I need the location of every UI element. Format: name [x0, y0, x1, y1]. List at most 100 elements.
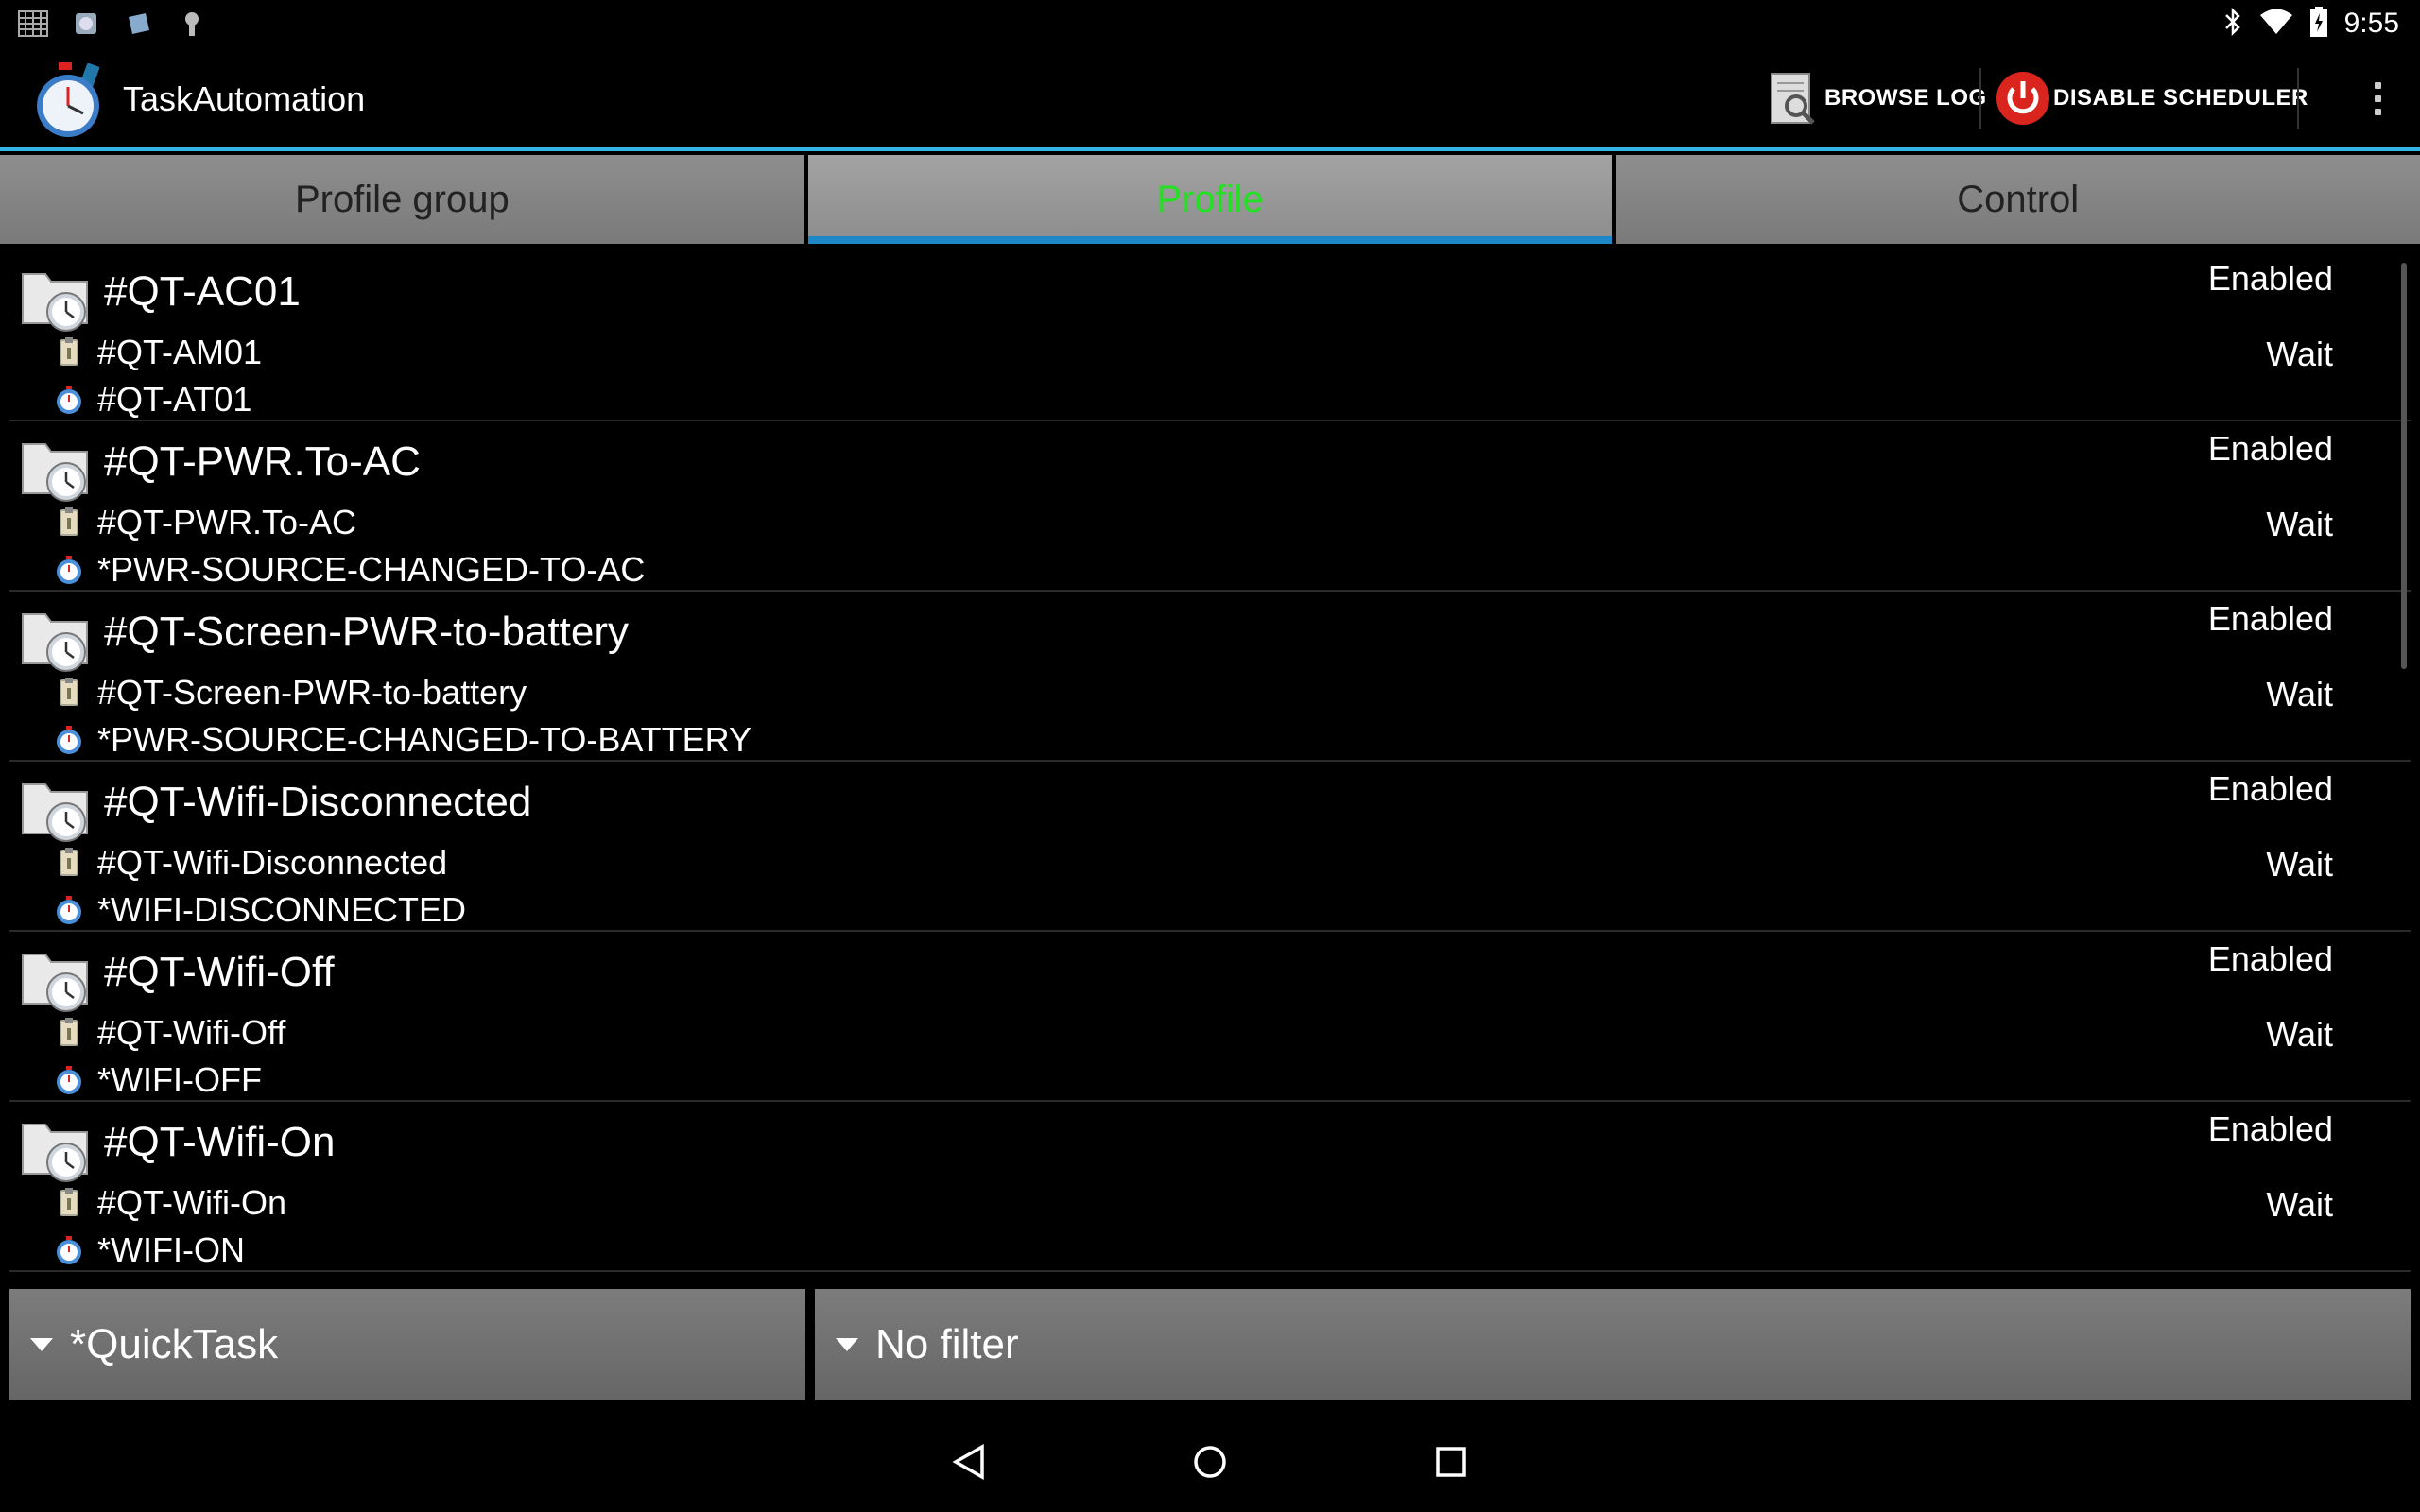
stopwatch-trigger-icon — [52, 383, 86, 417]
profile-status: Enabled — [2207, 769, 2333, 808]
profile-group-row[interactable]: #QT-Screen-PWR-to-battery Enabled #QT-Sc… — [9, 592, 2411, 762]
power-icon — [1995, 70, 2049, 127]
profile-group-row[interactable]: #QT-Wifi-Disconnected Enabled #QT-Wifi-D… — [9, 762, 2411, 932]
home-icon — [1194, 1446, 1226, 1478]
profile-trigger-row[interactable]: *PWR-SOURCE-CHANGED-TO-AC — [52, 548, 645, 592]
filter-spinner[interactable]: No filter — [815, 1289, 2411, 1400]
profile-task-row[interactable]: #QT-PWR.To-AC — [52, 501, 356, 544]
profile-task-row[interactable]: #QT-Wifi-Off — [52, 1011, 285, 1055]
task-status: Wait — [2266, 845, 2333, 884]
profile-task-name: #QT-AM01 — [97, 333, 263, 371]
profile-folder-clock-icon — [19, 941, 95, 1017]
navigation-bar — [0, 1408, 2420, 1512]
status-bar: 9:55 — [0, 0, 2420, 47]
home-button[interactable] — [1177, 1429, 1243, 1495]
list-scrollbar[interactable] — [2401, 263, 2407, 669]
profile-trigger-name: #QT-AT01 — [97, 380, 252, 419]
profile-status: Enabled — [2207, 599, 2333, 638]
recents-button[interactable] — [1418, 1429, 1484, 1495]
profile-group-row[interactable]: #QT-AC01 Enabled #QT-AM01 Wait #QT-AT01 — [9, 251, 2411, 421]
stopwatch-trigger-icon — [52, 723, 86, 757]
action-bar: TaskAutomation BROWSE LOG DISABLE SCHEDU… — [0, 47, 2420, 151]
filter-bar: *QuickTask No filter — [9, 1289, 2411, 1400]
bluetooth-icon — [2223, 7, 2242, 41]
profile-name: #QT-AC01 — [104, 268, 301, 315]
profile-name: #QT-PWR.To-AC — [104, 438, 421, 485]
profile-trigger-name: *WIFI-ON — [97, 1230, 245, 1269]
profile-task-row[interactable]: #QT-Wifi-Disconnected — [52, 841, 447, 885]
overflow-dot-icon — [2374, 94, 2381, 102]
profile-trigger-row[interactable]: *PWR-SOURCE-CHANGED-TO-BATTERY — [52, 718, 752, 762]
profile-group-row[interactable]: #QT-Wifi-Off Enabled #QT-Wifi-Off Wait *… — [9, 932, 2411, 1102]
tab-control[interactable]: Control — [1616, 155, 2420, 244]
log-document-icon — [1766, 70, 1819, 127]
stopwatch-trigger-icon — [52, 893, 86, 927]
profile-trigger-name: *PWR-SOURCE-CHANGED-TO-BATTERY — [97, 720, 752, 759]
tab-bar: Profile group Profile Control — [0, 155, 2420, 244]
recents-icon — [1436, 1447, 1466, 1477]
profile-task-row[interactable]: #QT-Wifi-On — [52, 1181, 286, 1225]
overflow-menu-button[interactable] — [2344, 68, 2411, 129]
profile-trigger-row[interactable]: *WIFI-OFF — [52, 1058, 262, 1102]
profile-folder-clock-icon — [19, 601, 95, 677]
wifi-icon — [2259, 9, 2293, 40]
overflow-dot-icon — [2374, 108, 2381, 115]
clipboard-task-icon — [52, 335, 86, 369]
stopwatch-trigger-icon — [52, 1233, 86, 1267]
profile-trigger-row[interactable]: *WIFI-DISCONNECTED — [52, 888, 466, 932]
keyboard-grid-icon — [17, 8, 49, 40]
profile-folder-clock-icon — [19, 771, 95, 847]
profile-name: #QT-Wifi-Disconnected — [104, 779, 532, 825]
group-spinner-value: *QuickTask — [70, 1321, 279, 1367]
profile-trigger-row[interactable]: #QT-AT01 — [52, 378, 251, 421]
group-spinner[interactable]: *QuickTask — [9, 1289, 805, 1400]
profile-task-row[interactable]: #QT-AM01 — [52, 331, 262, 374]
stopwatch-trigger-icon — [52, 1063, 86, 1097]
dropdown-caret-icon — [836, 1338, 858, 1351]
status-time: 9:55 — [2343, 8, 2399, 39]
profile-task-row[interactable]: #QT-Screen-PWR-to-battery — [52, 671, 527, 714]
action-divider — [2297, 68, 2299, 129]
disable-scheduler-button[interactable]: DISABLE SCHEDULER — [1995, 68, 2308, 129]
profile-list[interactable]: #QT-AC01 Enabled #QT-AM01 Wait #QT-AT01 … — [9, 251, 2411, 1272]
profile-status: Enabled — [2207, 1109, 2333, 1148]
back-icon — [952, 1443, 984, 1481]
profile-group-row[interactable]: #QT-PWR.To-AC Enabled #QT-PWR.To-AC Wait… — [9, 421, 2411, 592]
app-notify-icon — [70, 8, 102, 40]
task-status: Wait — [2266, 675, 2333, 713]
tab-profile[interactable]: Profile — [807, 155, 1613, 244]
profile-task-name: #QT-Wifi-Disconnected — [97, 843, 448, 882]
browse-log-label: BROWSE LOG — [1824, 85, 1987, 111]
clipboard-task-icon — [52, 506, 86, 540]
profile-trigger-name: *WIFI-DISCONNECTED — [97, 890, 466, 929]
browse-log-button[interactable]: BROWSE LOG — [1766, 68, 1987, 129]
profile-status: Enabled — [2207, 429, 2333, 468]
profile-name: #QT-Wifi-On — [104, 1119, 336, 1165]
back-button[interactable] — [936, 1429, 1002, 1495]
profile-folder-clock-icon — [19, 431, 95, 507]
store-notify-icon — [123, 8, 155, 40]
profile-group-row[interactable]: #QT-Wifi-On Enabled #QT-Wifi-On Wait *WI… — [9, 1102, 2411, 1272]
clipboard-task-icon — [52, 1186, 86, 1220]
tab-profile-group[interactable]: Profile group — [0, 155, 804, 244]
filter-spinner-value: No filter — [875, 1321, 1019, 1367]
task-status: Wait — [2266, 505, 2333, 543]
dropdown-caret-icon — [30, 1338, 53, 1351]
clipboard-task-icon — [52, 846, 86, 880]
profile-status: Enabled — [2207, 259, 2333, 298]
profile-task-name: #QT-Screen-PWR-to-battery — [97, 673, 527, 712]
disable-scheduler-label: DISABLE SCHEDULER — [2053, 85, 2308, 111]
profile-folder-clock-icon — [19, 1111, 95, 1187]
profile-trigger-name: *WIFI-OFF — [97, 1060, 262, 1099]
profile-trigger-row[interactable]: *WIFI-ON — [52, 1228, 245, 1272]
profile-trigger-name: *PWR-SOURCE-CHANGED-TO-AC — [97, 550, 646, 589]
profile-name: #QT-Screen-PWR-to-battery — [104, 609, 630, 655]
task-status: Wait — [2266, 1185, 2333, 1224]
stopwatch-trigger-icon — [52, 553, 86, 587]
battery-charging-icon — [2309, 6, 2327, 42]
profile-folder-clock-icon — [19, 261, 95, 336]
profile-task-name: #QT-PWR.To-AC — [97, 503, 357, 541]
action-divider — [1979, 68, 1981, 129]
profile-task-name: #QT-Wifi-On — [97, 1183, 287, 1222]
app-title: TaskAutomation — [123, 79, 366, 118]
